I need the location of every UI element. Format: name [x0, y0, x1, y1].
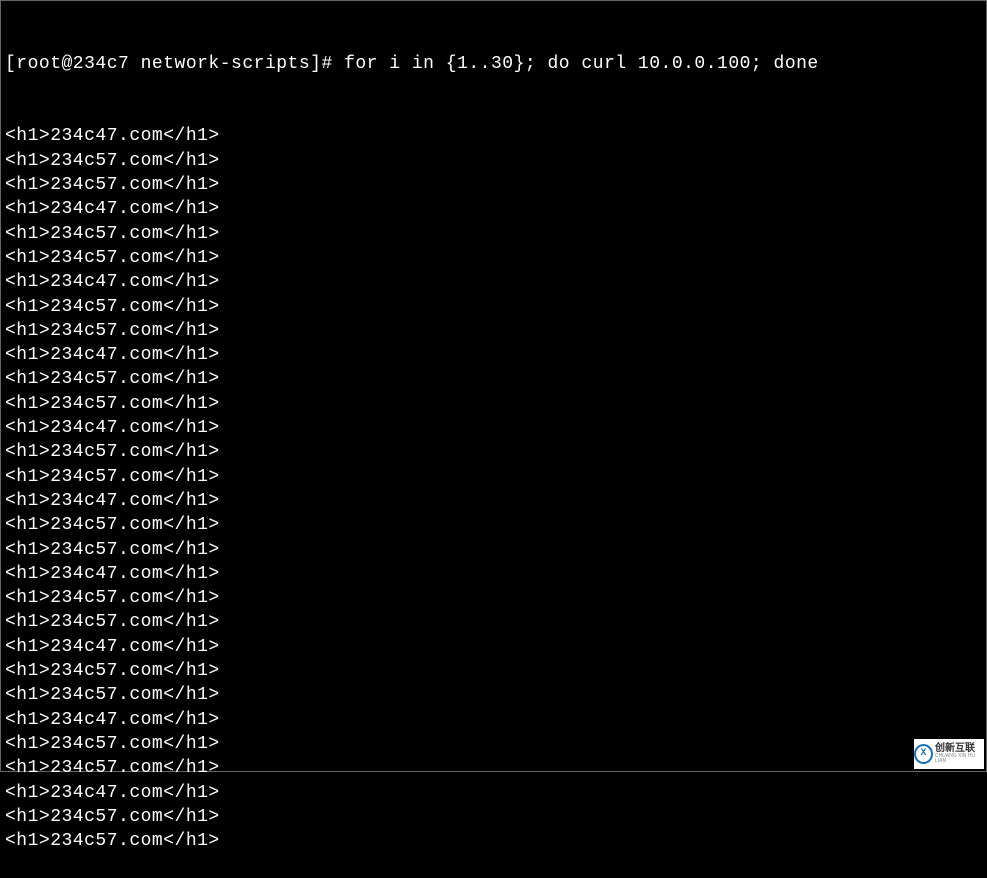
shell-command: for i in {1..30}; do curl 10.0.0.100; do… — [344, 54, 819, 74]
output-line: <h1>234c57.com</h1> — [5, 805, 982, 829]
output-line: <h1>234c57.com</h1> — [5, 173, 982, 197]
output-line: <h1>234c47.com</h1> — [5, 781, 982, 805]
output-line: <h1>234c57.com</h1> — [5, 829, 982, 853]
output-line: <h1>234c57.com</h1> — [5, 732, 982, 756]
output-line: <h1>234c47.com</h1> — [5, 489, 982, 513]
shell-prompt: [root@234c7 network-scripts]# — [5, 54, 344, 74]
output-line: <h1>234c47.com</h1> — [5, 708, 982, 732]
output-line: <h1>234c57.com</h1> — [5, 756, 982, 780]
output-line: <h1>234c47.com</h1> — [5, 124, 982, 148]
watermark-text: 创新互联 CHUANG XIN HU LIAN — [935, 744, 984, 764]
output-line: <h1>234c57.com</h1> — [5, 513, 982, 537]
output-line: <h1>234c47.com</h1> — [5, 343, 982, 367]
watermark-logo-icon: X — [914, 744, 933, 764]
output-line: <h1>234c57.com</h1> — [5, 610, 982, 634]
output-line: <h1>234c57.com</h1> — [5, 683, 982, 707]
terminal-output: <h1>234c47.com</h1><h1>234c57.com</h1><h… — [5, 124, 982, 853]
output-line: <h1>234c57.com</h1> — [5, 465, 982, 489]
output-line: <h1>234c57.com</h1> — [5, 295, 982, 319]
output-line: <h1>234c57.com</h1> — [5, 319, 982, 343]
output-line: <h1>234c57.com</h1> — [5, 538, 982, 562]
output-line: <h1>234c57.com</h1> — [5, 586, 982, 610]
command-line: [root@234c7 network-scripts]# for i in {… — [5, 52, 982, 76]
output-line: <h1>234c47.com</h1> — [5, 197, 982, 221]
watermark-badge: X 创新互联 CHUANG XIN HU LIAN — [914, 739, 984, 769]
output-line: <h1>234c47.com</h1> — [5, 270, 982, 294]
output-line: <h1>234c57.com</h1> — [5, 440, 982, 464]
watermark-logo-letter: X — [920, 747, 926, 761]
output-line: <h1>234c47.com</h1> — [5, 562, 982, 586]
terminal-window[interactable]: [root@234c7 network-scripts]# for i in {… — [5, 3, 982, 878]
output-line: <h1>234c57.com</h1> — [5, 246, 982, 270]
output-line: <h1>234c57.com</h1> — [5, 367, 982, 391]
output-line: <h1>234c57.com</h1> — [5, 222, 982, 246]
output-line: <h1>234c47.com</h1> — [5, 416, 982, 440]
output-line: <h1>234c57.com</h1> — [5, 659, 982, 683]
output-line: <h1>234c47.com</h1> — [5, 635, 982, 659]
watermark-en-text: CHUANG XIN HU LIAN — [935, 754, 984, 764]
output-line: <h1>234c57.com</h1> — [5, 149, 982, 173]
output-line: <h1>234c57.com</h1> — [5, 392, 982, 416]
